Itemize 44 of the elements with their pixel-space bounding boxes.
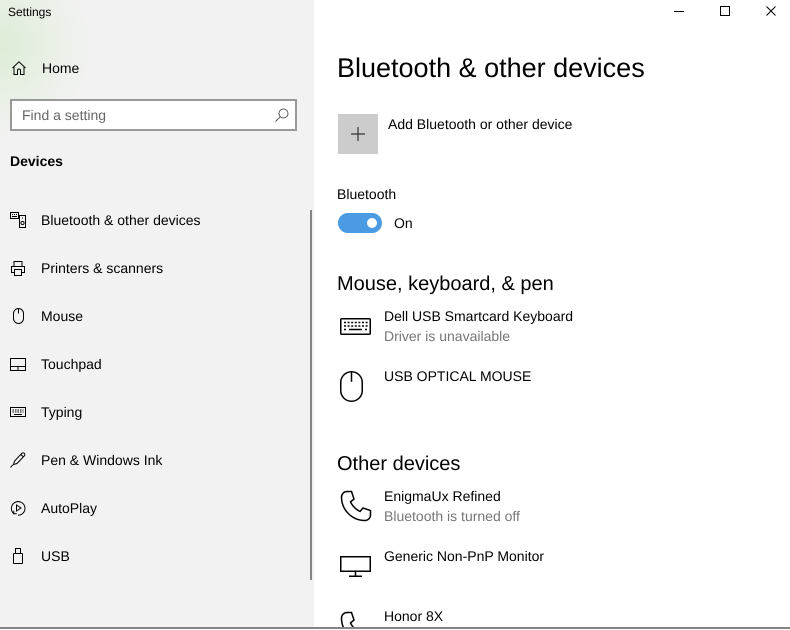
- scrollbar-thumb[interactable]: [310, 210, 312, 580]
- monitor-icon: [340, 556, 371, 576]
- devices-icon: [10, 212, 26, 228]
- section-heading: Mouse, keyboard, & pen: [337, 272, 554, 297]
- device-item[interactable]: Generic Non-PnP Monitor: [337, 546, 544, 586]
- nav-item[interactable]: Printers & scanners: [0, 244, 310, 292]
- plus-icon: [338, 114, 378, 154]
- printer-icon: [10, 260, 26, 276]
- phone-icon: [340, 490, 372, 522]
- home-icon: [12, 61, 26, 75]
- mouse-icon: [340, 370, 363, 402]
- nav-item[interactable]: Bluetooth & other devices: [0, 196, 310, 244]
- page-title: Bluetooth & other devices: [337, 52, 645, 85]
- maximize-icon: [720, 6, 730, 16]
- keyboard-icon: [10, 407, 26, 417]
- nav-item[interactable]: Typing: [0, 388, 310, 436]
- section-heading: Devices: [10, 152, 63, 171]
- close-icon: [766, 6, 776, 16]
- home-link[interactable]: Home: [0, 44, 314, 92]
- mouse-icon: [12, 308, 24, 324]
- phone-icon: [340, 611, 355, 627]
- search-field[interactable]: Find a setting: [10, 99, 297, 131]
- device-item[interactable]: EnigmaUx Refined Bluetooth is turned off: [337, 486, 520, 526]
- setting-label: Bluetooth: [337, 185, 396, 204]
- nav-item[interactable]: Mouse: [0, 292, 310, 340]
- toggle-state-text: On: [394, 214, 413, 233]
- nav-item[interactable]: AutoPlay: [0, 484, 310, 532]
- nav-item[interactable]: Pen & Windows Ink: [0, 436, 310, 484]
- nav-item[interactable]: Touchpad: [0, 340, 310, 388]
- minimize-icon: [674, 10, 684, 12]
- add-device-button[interactable]: Add Bluetooth or other device: [338, 114, 572, 154]
- device-item[interactable]: USB OPTICAL MOUSE: [337, 366, 532, 406]
- search-icon: [275, 108, 289, 122]
- keyboard-icon: [340, 318, 371, 334]
- nav-item[interactable]: USB: [0, 532, 310, 580]
- toggle-switch[interactable]: [338, 213, 382, 233]
- device-item[interactable]: Honor 8X: [337, 606, 444, 627]
- usb-drive-icon: [13, 548, 23, 564]
- pen-icon: [10, 452, 26, 468]
- window-title: Settings: [7, 4, 52, 21]
- section-heading: Other devices: [337, 452, 460, 477]
- touchpad-icon: [10, 358, 26, 370]
- play-circle-icon: [10, 500, 26, 516]
- device-item[interactable]: Dell USB Smartcard Keyboard Driver is unavailable: [337, 306, 574, 346]
